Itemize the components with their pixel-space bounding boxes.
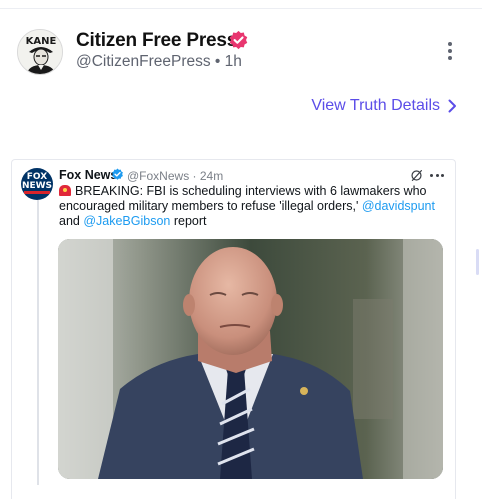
avatar-illustration: KANE [18, 30, 62, 74]
view-truth-details-link[interactable]: View Truth Details [311, 97, 457, 115]
tweet-author-name[interactable]: Fox News [59, 168, 117, 182]
tweet-more-options-button[interactable] [430, 174, 444, 178]
horizontal-ellipsis-icon [430, 174, 433, 177]
tweet-text: BREAKING: FBI is scheduling interviews w… [59, 184, 435, 228]
tweet-photo-image [58, 239, 443, 479]
grok-icon[interactable] [410, 169, 423, 182]
tweet-verified-badge-icon [112, 168, 123, 180]
post-more-options-button[interactable] [443, 40, 457, 64]
author-handle-time: @CitizenFreePress • 1h [76, 53, 242, 70]
mention-link[interactable]: @JakeBGibson [83, 214, 170, 228]
top-divider [0, 8, 482, 9]
author-avatar[interactable]: KANE [17, 29, 63, 75]
thread-line [37, 200, 39, 485]
chevron-right-icon [448, 99, 456, 113]
view-truth-details-label: View Truth Details [311, 97, 440, 114]
tweet-photo[interactable] [58, 239, 443, 479]
scrollbar-thumb[interactable] [476, 249, 479, 275]
tweet-handle-time: @FoxNews · 24m [127, 169, 224, 183]
fox-news-avatar[interactable]: FOX NEWS [21, 168, 53, 200]
fox-news-logo-text: FOX NEWS [21, 172, 53, 191]
verified-badge-icon [229, 30, 248, 50]
mention-link[interactable]: @davidspunt [362, 199, 435, 213]
author-name[interactable]: Citizen Free Press [76, 30, 237, 52]
vertical-ellipsis-icon [448, 42, 452, 46]
avatar-kane-text: KANE [26, 36, 57, 47]
siren-emoji-icon [59, 185, 71, 196]
